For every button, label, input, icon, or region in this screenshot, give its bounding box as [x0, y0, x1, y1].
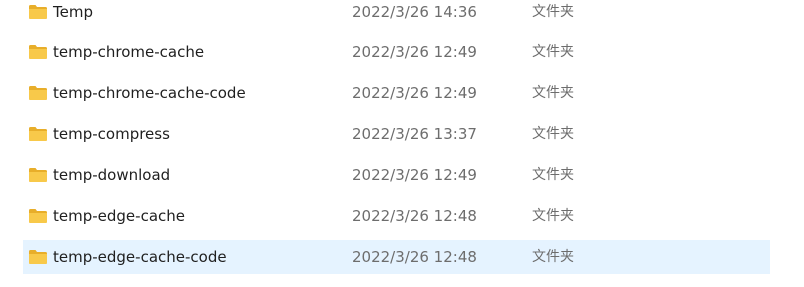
file-row[interactable]: temp-edge-cache 2022/3/26 12:48 文件夹 [23, 199, 770, 233]
file-date: 2022/3/26 12:48 [352, 248, 477, 266]
file-date: 2022/3/26 14:36 [352, 3, 477, 21]
file-type: 文件夹 [532, 85, 574, 101]
file-row[interactable]: temp-chrome-cache-code 2022/3/26 12:49 文… [23, 76, 770, 110]
file-list: Temp 2022/3/26 14:36 文件夹 temp-chrome-cac… [0, 0, 804, 287]
folder-icon [29, 250, 47, 264]
file-row[interactable]: temp-chrome-cache 2022/3/26 12:49 文件夹 [23, 35, 770, 69]
folder-icon [29, 127, 47, 141]
file-row[interactable]: temp-compress 2022/3/26 13:37 文件夹 [23, 117, 770, 151]
file-type: 文件夹 [532, 208, 574, 224]
file-date: 2022/3/26 12:49 [352, 43, 477, 61]
file-name: temp-compress [53, 125, 170, 143]
file-row[interactable]: Temp 2022/3/26 14:36 文件夹 [23, 0, 770, 29]
file-name: temp-chrome-cache [53, 43, 205, 61]
file-type: 文件夹 [532, 249, 574, 265]
file-date: 2022/3/26 12:49 [352, 84, 477, 102]
file-date: 2022/3/26 12:49 [352, 166, 477, 184]
file-type: 文件夹 [532, 4, 574, 20]
file-row[interactable]: temp-download 2022/3/26 12:49 文件夹 [23, 158, 770, 192]
file-type: 文件夹 [532, 167, 574, 183]
file-date: 2022/3/26 12:48 [352, 207, 477, 225]
folder-icon [29, 86, 47, 100]
file-name: temp-chrome-cache-code [53, 84, 246, 102]
folder-icon [29, 209, 47, 223]
file-name: temp-edge-cache-code [53, 248, 227, 266]
file-row-selected[interactable]: temp-edge-cache-code 2022/3/26 12:48 文件夹 [23, 240, 770, 274]
folder-icon [29, 45, 47, 59]
file-name: temp-edge-cache [53, 207, 185, 225]
file-date: 2022/3/26 13:37 [352, 125, 477, 143]
file-type: 文件夹 [532, 44, 574, 60]
file-type: 文件夹 [532, 126, 574, 142]
folder-icon [29, 5, 47, 19]
file-name: Temp [53, 3, 93, 21]
file-name: temp-download [53, 166, 171, 184]
folder-icon [29, 168, 47, 182]
